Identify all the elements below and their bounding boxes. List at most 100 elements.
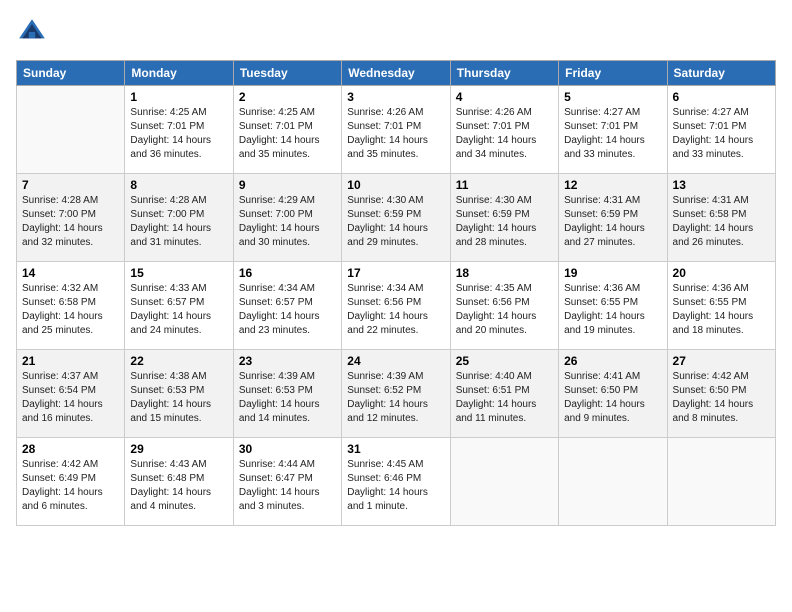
day-header-friday: Friday	[559, 61, 667, 86]
cell-info: Sunrise: 4:35 AMSunset: 6:56 PMDaylight:…	[456, 282, 553, 338]
cell-info: Sunrise: 4:31 AMSunset: 6:59 PMDaylight:…	[564, 194, 661, 250]
calendar-cell: 6 Sunrise: 4:27 AMSunset: 7:01 PMDaylight…	[667, 86, 775, 174]
calendar-cell: 27 Sunrise: 4:42 AMSunset: 6:50 PMDayligh…	[667, 350, 775, 438]
cell-info: Sunrise: 4:39 AMSunset: 6:52 PMDaylight:…	[347, 370, 444, 426]
calendar-cell: 23Sunrise: 4:39 AMSunset: 6:53 PMDayligh…	[233, 350, 341, 438]
day-number: 6	[673, 90, 770, 104]
day-header-saturday: Saturday	[667, 61, 775, 86]
cell-info: Sunrise: 4:42 AMSunset: 6:49 PMDaylight:…	[22, 458, 119, 514]
day-number: 28	[22, 442, 119, 456]
day-number: 15	[130, 266, 227, 280]
day-number: 24	[347, 354, 444, 368]
page-header	[16, 16, 776, 48]
calendar-cell: 15 Sunrise: 4:33 AMSunset: 6:57 PMDayligh…	[125, 262, 233, 350]
cell-info: Sunrise: 4:36 AMSunset: 6:55 PMDaylight:…	[564, 282, 661, 338]
calendar-cell: 26 Sunrise: 4:41 AMSunset: 6:50 PMDayligh…	[559, 350, 667, 438]
calendar-cell: 28 Sunrise: 4:42 AMSunset: 6:49 PMDayligh…	[17, 438, 125, 526]
cell-info: Sunrise: 4:27 AMSunset: 7:01 PMDaylight:…	[673, 106, 770, 162]
calendar-cell: 18 Sunrise: 4:35 AMSunset: 6:56 PMDayligh…	[450, 262, 558, 350]
cell-info: Sunrise: 4:25 AMSunset: 7:01 PMDaylight:…	[239, 106, 336, 162]
calendar-cell: 11 Sunrise: 4:30 AMSunset: 6:59 PMDayligh…	[450, 174, 558, 262]
day-number: 8	[130, 178, 227, 192]
calendar-cell: 2 Sunrise: 4:25 AMSunset: 7:01 PMDaylight…	[233, 86, 341, 174]
cell-info: Sunrise: 4:37 AMSunset: 6:54 PMDaylight:…	[22, 370, 119, 426]
calendar-cell: 3 Sunrise: 4:26 AMSunset: 7:01 PMDaylight…	[342, 86, 450, 174]
calendar-cell	[667, 438, 775, 526]
cell-info: Sunrise: 4:26 AMSunset: 7:01 PMDaylight:…	[347, 106, 444, 162]
calendar-cell: 21 Sunrise: 4:37 AMSunset: 6:54 PMDayligh…	[17, 350, 125, 438]
day-header-sunday: Sunday	[17, 61, 125, 86]
cell-info: Sunrise: 4:45 AMSunset: 6:46 PMDaylight:…	[347, 458, 444, 514]
day-number: 12	[564, 178, 661, 192]
calendar-cell: 30Sunrise: 4:44 AMSunset: 6:47 PMDayligh…	[233, 438, 341, 526]
calendar-header-row: SundayMondayTuesdayWednesdayThursdayFrid…	[17, 61, 776, 86]
cell-info: Sunrise: 4:44 AMSunset: 6:47 PMDaylight:…	[239, 458, 336, 514]
day-number: 11	[456, 178, 553, 192]
calendar-week-row: 28 Sunrise: 4:42 AMSunset: 6:49 PMDayligh…	[17, 438, 776, 526]
day-number: 9	[239, 178, 336, 192]
calendar-cell	[559, 438, 667, 526]
day-number: 21	[22, 354, 119, 368]
cell-info: Sunrise: 4:28 AMSunset: 7:00 PMDaylight:…	[130, 194, 227, 250]
day-number: 26	[564, 354, 661, 368]
day-number: 25	[456, 354, 553, 368]
calendar-week-row: 14 Sunrise: 4:32 AMSunset: 6:58 PMDayligh…	[17, 262, 776, 350]
cell-info: Sunrise: 4:25 AMSunset: 7:01 PMDaylight:…	[130, 106, 227, 162]
day-number: 16	[239, 266, 336, 280]
cell-info: Sunrise: 4:42 AMSunset: 6:50 PMDaylight:…	[673, 370, 770, 426]
calendar-cell: 17 Sunrise: 4:34 AMSunset: 6:56 PMDayligh…	[342, 262, 450, 350]
cell-info: Sunrise: 4:39 AMSunset: 6:53 PMDaylight:…	[239, 370, 336, 426]
calendar-cell: 20 Sunrise: 4:36 AMSunset: 6:55 PMDayligh…	[667, 262, 775, 350]
day-number: 7	[22, 178, 119, 192]
day-header-thursday: Thursday	[450, 61, 558, 86]
calendar-cell: 12 Sunrise: 4:31 AMSunset: 6:59 PMDayligh…	[559, 174, 667, 262]
calendar-cell: 8 Sunrise: 4:28 AMSunset: 7:00 PMDaylight…	[125, 174, 233, 262]
calendar-week-row: 7 Sunrise: 4:28 AMSunset: 7:00 PMDaylight…	[17, 174, 776, 262]
day-number: 20	[673, 266, 770, 280]
calendar-cell: 10Sunrise: 4:30 AMSunset: 6:59 PMDayligh…	[342, 174, 450, 262]
day-number: 14	[22, 266, 119, 280]
cell-info: Sunrise: 4:33 AMSunset: 6:57 PMDaylight:…	[130, 282, 227, 338]
calendar-cell: 29 Sunrise: 4:43 AMSunset: 6:48 PMDayligh…	[125, 438, 233, 526]
calendar-cell: 22Sunrise: 4:38 AMSunset: 6:53 PMDayligh…	[125, 350, 233, 438]
cell-info: Sunrise: 4:43 AMSunset: 6:48 PMDaylight:…	[130, 458, 227, 514]
day-number: 18	[456, 266, 553, 280]
cell-info: Sunrise: 4:34 AMSunset: 6:56 PMDaylight:…	[347, 282, 444, 338]
cell-info: Sunrise: 4:41 AMSunset: 6:50 PMDaylight:…	[564, 370, 661, 426]
day-number: 5	[564, 90, 661, 104]
day-number: 27	[673, 354, 770, 368]
day-number: 2	[239, 90, 336, 104]
cell-info: Sunrise: 4:26 AMSunset: 7:01 PMDaylight:…	[456, 106, 553, 162]
calendar-cell	[450, 438, 558, 526]
day-header-tuesday: Tuesday	[233, 61, 341, 86]
calendar-cell: 31Sunrise: 4:45 AMSunset: 6:46 PMDayligh…	[342, 438, 450, 526]
day-number: 3	[347, 90, 444, 104]
cell-info: Sunrise: 4:32 AMSunset: 6:58 PMDaylight:…	[22, 282, 119, 338]
logo	[16, 16, 52, 48]
day-number: 19	[564, 266, 661, 280]
calendar-week-row: 1 Sunrise: 4:25 AMSunset: 7:01 PMDaylight…	[17, 86, 776, 174]
day-number: 29	[130, 442, 227, 456]
day-number: 22	[130, 354, 227, 368]
calendar-cell: 7 Sunrise: 4:28 AMSunset: 7:00 PMDaylight…	[17, 174, 125, 262]
cell-info: Sunrise: 4:29 AMSunset: 7:00 PMDaylight:…	[239, 194, 336, 250]
day-number: 10	[347, 178, 444, 192]
calendar-cell: 9 Sunrise: 4:29 AMSunset: 7:00 PMDaylight…	[233, 174, 341, 262]
day-number: 4	[456, 90, 553, 104]
cell-info: Sunrise: 4:36 AMSunset: 6:55 PMDaylight:…	[673, 282, 770, 338]
day-header-wednesday: Wednesday	[342, 61, 450, 86]
calendar-cell: 19 Sunrise: 4:36 AMSunset: 6:55 PMDayligh…	[559, 262, 667, 350]
cell-info: Sunrise: 4:30 AMSunset: 6:59 PMDaylight:…	[456, 194, 553, 250]
calendar-cell: 16Sunrise: 4:34 AMSunset: 6:57 PMDayligh…	[233, 262, 341, 350]
calendar-cell	[17, 86, 125, 174]
day-header-monday: Monday	[125, 61, 233, 86]
day-number: 13	[673, 178, 770, 192]
day-number: 1	[130, 90, 227, 104]
day-number: 17	[347, 266, 444, 280]
calendar-cell: 25Sunrise: 4:40 AMSunset: 6:51 PMDayligh…	[450, 350, 558, 438]
calendar-table: SundayMondayTuesdayWednesdayThursdayFrid…	[16, 60, 776, 526]
calendar-cell: 24 Sunrise: 4:39 AMSunset: 6:52 PMDayligh…	[342, 350, 450, 438]
calendar-cell: 4 Sunrise: 4:26 AMSunset: 7:01 PMDaylight…	[450, 86, 558, 174]
cell-info: Sunrise: 4:28 AMSunset: 7:00 PMDaylight:…	[22, 194, 119, 250]
calendar-cell: 1 Sunrise: 4:25 AMSunset: 7:01 PMDaylight…	[125, 86, 233, 174]
